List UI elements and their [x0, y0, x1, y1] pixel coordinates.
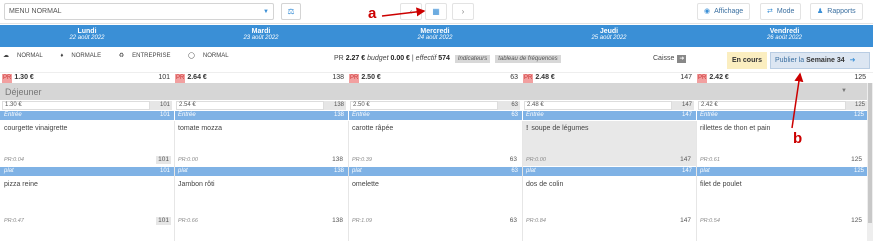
- annotation-arrow-b: [791, 72, 804, 129]
- annotation-arrow-a: [381, 7, 426, 17]
- annotation-arrows: [381, 7, 804, 129]
- annotation-b: b: [793, 130, 803, 147]
